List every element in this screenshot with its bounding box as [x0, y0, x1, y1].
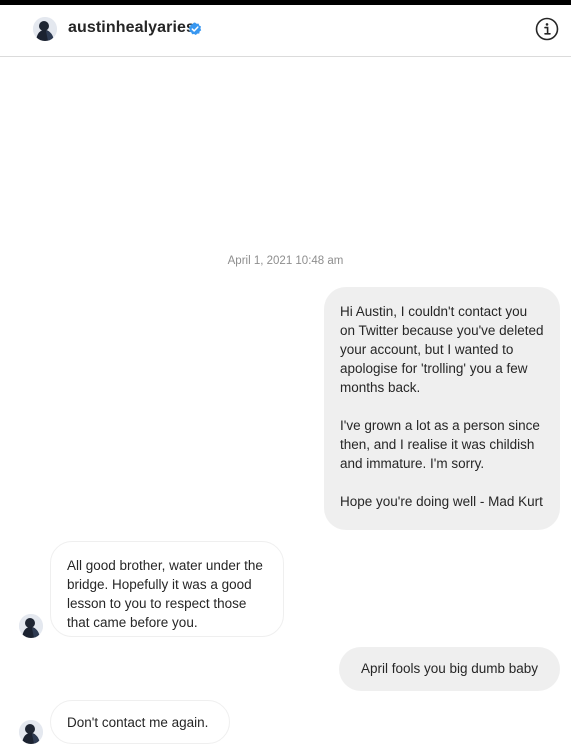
sent-message-bubble[interactable]: Hi Austin, I couldn't contact you on Twi…: [324, 287, 560, 530]
sender-avatar[interactable]: [19, 614, 43, 638]
message-text: I've grown a lot as a person since then,…: [340, 418, 540, 471]
sender-avatar[interactable]: [19, 720, 43, 744]
received-message-bubble[interactable]: Don't contact me again.: [50, 700, 230, 744]
message-text: All good brother, water under the bridge…: [67, 558, 263, 630]
received-message-bubble[interactable]: All good brother, water under the bridge…: [50, 541, 284, 637]
profile-avatar[interactable]: [33, 17, 57, 41]
info-icon[interactable]: [535, 17, 559, 41]
chat-header: austinhealyaries: [0, 5, 571, 57]
message-timestamp: April 1, 2021 10:48 am: [227, 255, 344, 267]
message-text: April fools you big dumb baby: [360, 661, 539, 676]
sent-message-bubble[interactable]: April fools you big dumb baby: [339, 647, 560, 691]
message-text: Hope you're doing well - Mad Kurt: [340, 494, 543, 509]
username[interactable]: austinhealyaries: [68, 19, 195, 37]
message-text: Don't contact me again.: [67, 715, 209, 730]
verified-badge-icon: [188, 22, 202, 35]
message-text: Hi Austin, I couldn't contact you on Twi…: [340, 304, 544, 395]
